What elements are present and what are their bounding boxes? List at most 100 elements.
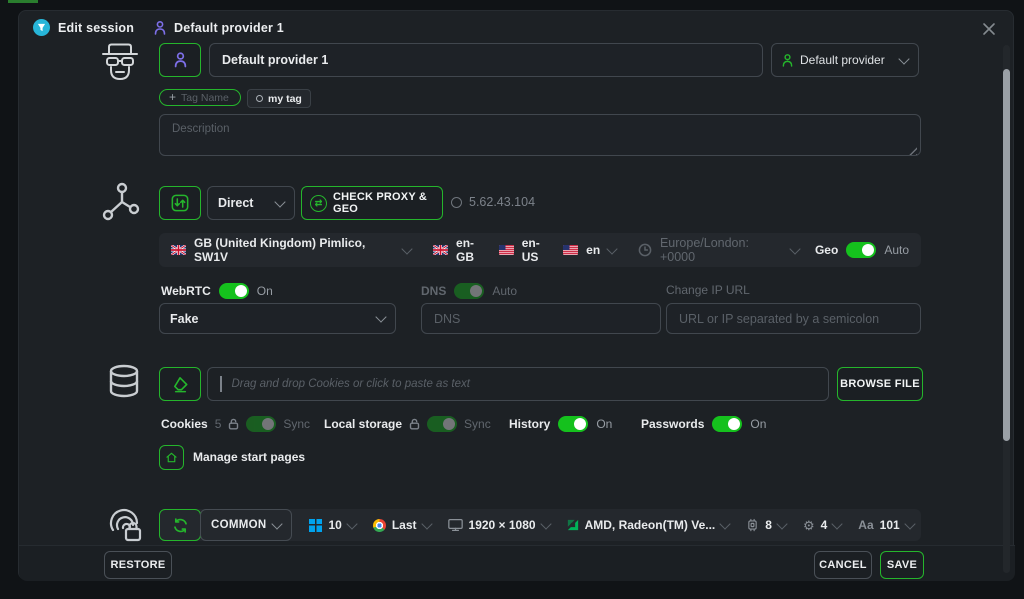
profile-icon-button[interactable] xyxy=(159,43,201,77)
uk-flag-icon xyxy=(171,245,186,255)
save-button[interactable]: SAVE xyxy=(880,551,924,579)
manage-start-pages-button[interactable] xyxy=(159,445,184,470)
dns-state: Auto xyxy=(492,284,517,298)
provider-dropdown[interactable]: Default provider xyxy=(771,43,919,77)
geo-toggle-state: Auto xyxy=(884,243,909,257)
description-textarea[interactable] xyxy=(159,114,921,156)
cpu-icon xyxy=(746,518,759,532)
history-group: History On xyxy=(509,416,612,432)
localstorage-sync-toggle[interactable] xyxy=(427,416,457,432)
resolution-select[interactable]: 1920 × 1080 xyxy=(448,518,550,532)
fingerprint-preset-select[interactable]: COMMON xyxy=(200,509,292,541)
timezone-value[interactable]: Europe/London: +0000 xyxy=(660,236,783,264)
cookies-drop-placeholder: Drag and drop Cookies or click to paste … xyxy=(232,378,470,390)
webrtc-label: WebRTC xyxy=(161,284,211,298)
windows-icon xyxy=(309,519,322,532)
profile-person-icon xyxy=(154,21,166,35)
gpu-value: AMD, Radeon(TM) Ve... xyxy=(585,518,716,532)
dns-input[interactable] xyxy=(421,303,661,334)
chrome-icon xyxy=(373,519,386,532)
cancel-button[interactable]: CANCEL xyxy=(814,551,872,579)
os-version-value: 10 xyxy=(328,518,341,532)
cookies-sync-toggle[interactable] xyxy=(246,416,276,432)
chevron-down-icon[interactable] xyxy=(607,243,618,254)
geo-location-value[interactable]: GB (United Kingdom) Pimlico, SW1V xyxy=(194,236,395,264)
language-2: en-US xyxy=(522,236,555,264)
lock-icon xyxy=(409,418,420,430)
browser-version-value: Last xyxy=(392,518,417,532)
edit-session-dialog: Edit session Default provider 1 Defa xyxy=(18,10,1014,580)
webrtc-toggle[interactable] xyxy=(219,283,249,299)
dns-label: DNS xyxy=(421,284,446,298)
gpu-select[interactable]: AMD, Radeon(TM) Ve... xyxy=(567,518,730,532)
amd-icon xyxy=(567,519,579,531)
chevron-down-icon xyxy=(898,53,909,64)
dns-toggle[interactable] xyxy=(454,283,484,299)
fingerprint-section-icon xyxy=(105,503,145,545)
background-accent xyxy=(8,0,38,3)
close-icon[interactable] xyxy=(981,21,997,37)
dialog-header: Edit session Default provider 1 xyxy=(33,19,284,36)
ip-value: 5.62.43.104 xyxy=(469,195,535,209)
fingerprint-bar: COMMON 10 Last 1920 × 1080 AMD, Radeon(T… xyxy=(159,509,921,541)
geo-bar: GB (United Kingdom) Pimlico, SW1V en-GB … xyxy=(159,233,921,267)
check-proxy-button[interactable]: ⇄ CHECK PROXY & GEO xyxy=(301,186,443,220)
provider-person-icon xyxy=(782,54,793,67)
browse-file-button[interactable]: BROWSE FILE xyxy=(837,367,923,401)
cpu-cores-select[interactable]: 8 xyxy=(746,518,786,532)
fingerprint-refresh-button[interactable] xyxy=(159,509,201,541)
plus-icon: + xyxy=(169,91,176,103)
chevron-down-icon xyxy=(776,518,787,529)
os-select[interactable]: 10 xyxy=(309,518,355,532)
webrtc-mode-select[interactable]: Fake xyxy=(159,303,396,334)
cookies-label: Cookies xyxy=(161,417,208,431)
tag-name-input[interactable]: + Tag Name xyxy=(159,89,241,106)
check-proxy-label: CHECK PROXY & GEO xyxy=(333,191,434,215)
change-ip-url-input[interactable] xyxy=(666,303,921,334)
session-funnel-icon xyxy=(33,19,50,36)
chevron-down-icon xyxy=(540,518,551,529)
passwords-group: Passwords On xyxy=(641,416,766,432)
us-flag-icon xyxy=(563,245,578,255)
dialog-title: Edit session xyxy=(58,21,134,35)
chevron-down-icon xyxy=(375,311,386,322)
change-ip-label: Change IP URL xyxy=(666,283,750,297)
monitor-icon xyxy=(448,518,463,532)
geo-toggle-label: Geo xyxy=(815,243,838,257)
fonts-select[interactable]: Aa 101 xyxy=(858,518,913,532)
tag-chip[interactable]: my tag xyxy=(247,89,311,108)
preset-value: COMMON xyxy=(211,519,266,531)
restore-button[interactable]: RESTORE xyxy=(104,551,172,579)
language-3: en xyxy=(586,243,600,257)
chevron-down-icon xyxy=(274,196,285,207)
gear-icon: ⚙ xyxy=(803,519,815,532)
chevron-down-icon[interactable] xyxy=(789,243,800,254)
resolution-value: 1920 × 1080 xyxy=(469,518,536,532)
language-1: en-GB xyxy=(456,236,491,264)
refresh-circle-icon: ⇄ xyxy=(310,195,327,212)
passwords-toggle[interactable] xyxy=(712,416,742,432)
chevron-down-icon[interactable] xyxy=(402,243,413,254)
lock-icon xyxy=(228,418,239,430)
cookies-clean-button[interactable] xyxy=(159,367,201,401)
scrollbar-thumb[interactable] xyxy=(1003,69,1010,441)
proxy-mode-select[interactable]: Direct xyxy=(207,186,295,220)
chevron-down-icon xyxy=(904,518,915,529)
geo-toggle[interactable] xyxy=(846,242,876,258)
localstorage-sync-group: Local storage Sync xyxy=(324,416,491,432)
cookies-count: 5 xyxy=(215,417,222,431)
proxy-transfer-button[interactable] xyxy=(159,186,201,220)
profile-name-input[interactable] xyxy=(209,43,763,77)
memory-select[interactable]: ⚙ 4 xyxy=(803,518,841,532)
dns-control: DNS Auto xyxy=(421,283,517,299)
history-state: On xyxy=(596,417,612,431)
clock-icon xyxy=(638,243,652,257)
change-ip-group: Change IP URL xyxy=(666,283,750,297)
history-toggle[interactable] xyxy=(558,416,588,432)
webrtc-mode-value: Fake xyxy=(170,312,199,326)
font-aa-icon: Aa xyxy=(858,518,873,532)
browser-version-select[interactable]: Last xyxy=(373,518,431,532)
cookies-dropzone[interactable]: Drag and drop Cookies or click to paste … xyxy=(207,367,829,401)
localstorage-sync-state: Sync xyxy=(464,417,491,431)
provider-dropdown-value: Default provider xyxy=(800,53,885,67)
